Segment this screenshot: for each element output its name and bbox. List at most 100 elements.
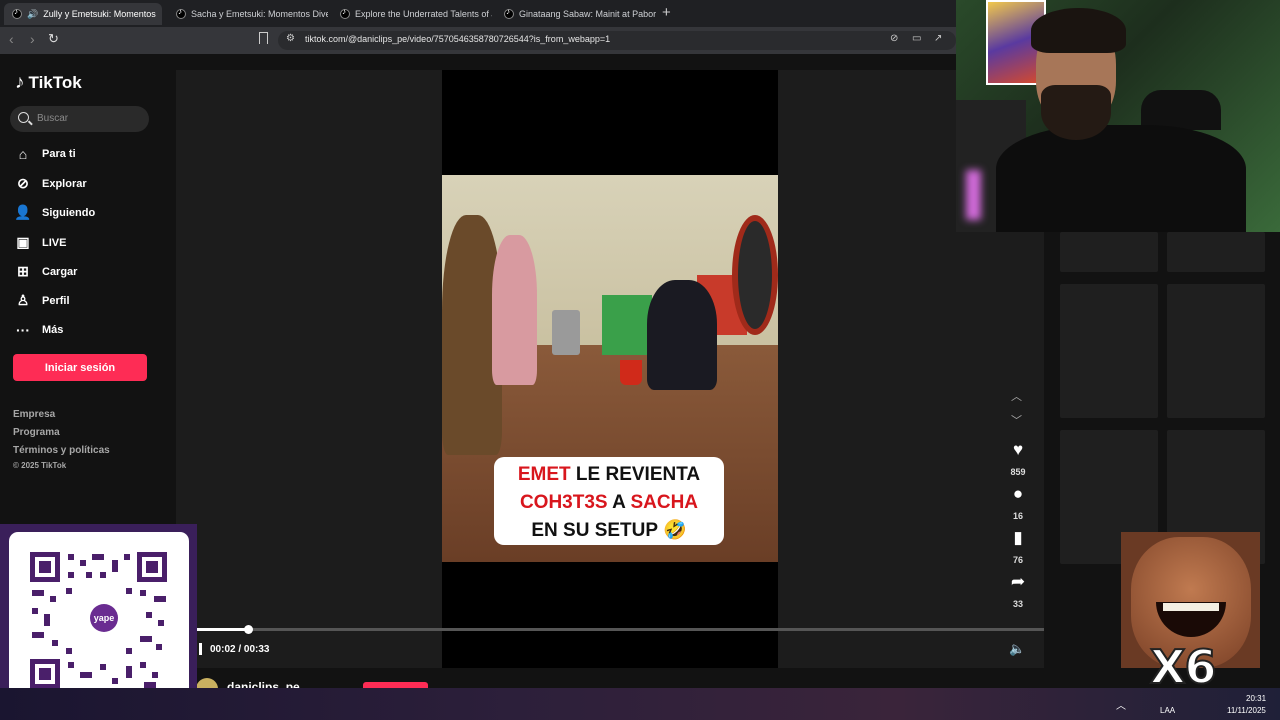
sidebar-item-explorar[interactable]: ⊘ Explorar <box>14 175 87 192</box>
nav-label: LIVE <box>42 236 67 249</box>
login-button[interactable]: Iniciar sesión <box>13 354 147 381</box>
chevron-down-icon[interactable]: ﹀ <box>1011 412 1022 428</box>
sidebar: ♪ TikTok Buscar ⌂ Para ti ⊘ Explorar 👤 S… <box>0 54 175 524</box>
browser-tab-3[interactable]: Explore the Underrated Talents of Jay <box>332 3 492 25</box>
taskbar <box>0 688 1280 720</box>
footer-link-terminos[interactable]: Términos y políticas <box>13 445 110 456</box>
following-icon: 👤 <box>14 204 32 220</box>
sidebar-item-live[interactable]: ▣ LIVE <box>14 234 66 251</box>
bookmark-save-icon[interactable]: ▮ <box>1008 528 1028 548</box>
browser-tab-4[interactable]: Ginataang Sabaw: Mainit at Paborito <box>496 3 656 25</box>
share-arrow-icon[interactable]: ➦ <box>1008 572 1028 592</box>
comment-icon[interactable]: ● <box>1008 484 1028 504</box>
tiktok-logo-icon: ♪ <box>15 72 25 93</box>
webcam-person-hair <box>1031 8 1126 53</box>
grid-thumbnail[interactable] <box>1060 284 1158 418</box>
caption-red-text: EMET <box>517 464 571 485</box>
yape-logo: yape <box>90 604 118 632</box>
footer-link-programa[interactable]: Programa <box>13 427 60 438</box>
tray-time[interactable]: 20:31 <box>1246 694 1266 703</box>
audio-icon[interactable]: 🔊 <box>27 9 38 20</box>
tray-chevron-icon[interactable]: ︿ <box>1116 697 1126 712</box>
progress-track[interactable] <box>197 628 1044 631</box>
share-icon[interactable]: ↗ <box>934 33 942 44</box>
tiktok-logo[interactable]: ♪ TikTok <box>15 72 82 94</box>
caption-red-text: COH3T3S <box>519 492 608 513</box>
back-icon[interactable]: ‹ <box>9 31 14 47</box>
webcam-overlay <box>956 0 1280 232</box>
webcam-light <box>966 170 981 220</box>
logo-text: TikTok <box>28 73 82 92</box>
cast-icon[interactable]: ▭ <box>912 33 921 44</box>
sidebar-item-para-ti[interactable]: ⌂ Para ti <box>14 146 76 162</box>
more-icon: ··· <box>16 322 30 338</box>
avatar[interactable] <box>196 678 218 688</box>
caption-text: A <box>607 492 631 513</box>
progress-thumb[interactable] <box>243 625 253 634</box>
heart-icon[interactable]: ♥ <box>1008 440 1028 460</box>
video-person-crouching <box>647 280 717 390</box>
yape-badge-wrap: yape <box>30 552 167 689</box>
caption-text: LE REVIENTA <box>570 464 701 485</box>
home-icon: ⌂ <box>18 146 28 162</box>
copyright: © 2025 TikTok <box>13 461 67 470</box>
video-player[interactable]: EMET LE REVIENTA COH3T3S A SACHA EN SU S… <box>442 175 778 562</box>
forward-icon[interactable]: › <box>30 31 35 47</box>
nav-label: Para ti <box>42 148 76 160</box>
profile-icon: ♙ <box>16 292 30 308</box>
browser-tab-1[interactable]: 🔊 Zully y Emetsuki: Momentos ✕ <box>4 3 162 25</box>
search-placeholder: Buscar <box>37 113 69 124</box>
reload-icon[interactable]: ↻ <box>48 31 59 47</box>
close-tab-icon[interactable]: ✕ <box>161 8 162 21</box>
meme-multiplier-text: X6 <box>1149 639 1218 695</box>
webcam-person-body <box>996 125 1246 232</box>
tray-language[interactable]: LAA <box>1160 706 1175 715</box>
video-trash-can <box>552 310 580 355</box>
author-name[interactable]: daniclips_pe <box>227 680 300 688</box>
video-caption-box: EMET LE REVIENTA COH3T3S A SACHA EN SU S… <box>494 457 724 545</box>
caption-red-text: SACHA <box>630 492 699 513</box>
video-time: 00:02 / 00:33 <box>210 644 270 655</box>
pause-icon[interactable] <box>199 643 202 655</box>
bookmark-icon[interactable] <box>259 32 268 44</box>
tab-title: Ginataang Sabaw: Mainit at Paborito <box>519 9 656 19</box>
chevron-up-icon[interactable]: ︿ <box>1011 388 1022 404</box>
tiktok-favicon-icon <box>12 7 22 19</box>
caption-line-2: COH3T3S A SACHA <box>494 489 724 517</box>
eye-off-icon[interactable]: ⊘ <box>890 33 898 44</box>
nav-label: Perfil <box>42 294 70 307</box>
saves-count: 76 <box>1012 555 1023 565</box>
progress-fill <box>197 628 248 631</box>
browser-tab-bar: 🔊 Zully y Emetsuki: Momentos ✕ Sacha y E… <box>0 0 960 27</box>
sidebar-item-siguiendo[interactable]: 👤 Siguiendo <box>14 204 95 221</box>
author-row: daniclips_pe <box>176 668 956 688</box>
nav-label: Explorar <box>42 177 87 190</box>
search-input[interactable]: Buscar <box>10 106 149 132</box>
sidebar-item-mas[interactable]: ··· Más <box>14 322 63 338</box>
grid-thumbnail[interactable] <box>1167 232 1265 272</box>
webcam-chair <box>1141 90 1221 130</box>
video-bucket <box>620 360 642 385</box>
volume-icon[interactable]: 🔈 <box>1009 641 1025 657</box>
video-person-pink <box>492 235 537 385</box>
grid-thumbnail[interactable] <box>1060 232 1158 272</box>
tab-title: Zully y Emetsuki: Momentos <box>43 9 156 19</box>
comments-count: 16 <box>1012 511 1023 521</box>
footer-link-empresa[interactable]: Empresa <box>13 409 55 420</box>
url-text[interactable]: tiktok.com/@daniclips_pe/video/757054635… <box>305 34 610 44</box>
sidebar-item-perfil[interactable]: ♙ Perfil <box>14 292 70 309</box>
grid-thumbnail[interactable] <box>1167 284 1265 418</box>
site-info-icon[interactable]: ⚙ <box>286 33 295 44</box>
nav-label: Más <box>42 324 64 336</box>
tray-date[interactable]: 11/11/2025 <box>1227 706 1266 715</box>
sidebar-item-cargar[interactable]: ⊞ Cargar <box>14 263 77 280</box>
shares-count: 33 <box>1012 599 1023 609</box>
new-tab-button[interactable]: + <box>662 4 671 21</box>
nav-label: Siguiendo <box>42 206 96 219</box>
upload-icon: ⊞ <box>17 263 29 279</box>
address-bar-row: ‹ › ↻ ⚙ tiktok.com/@daniclips_pe/video/7… <box>0 27 960 54</box>
browser-tab-2[interactable]: Sacha y Emetsuki: Momentos Diverti <box>168 3 328 25</box>
tab-title: Explore the Underrated Talents of Jay <box>355 9 492 19</box>
search-icon <box>18 112 29 123</box>
video-prize-wheel <box>732 215 778 335</box>
